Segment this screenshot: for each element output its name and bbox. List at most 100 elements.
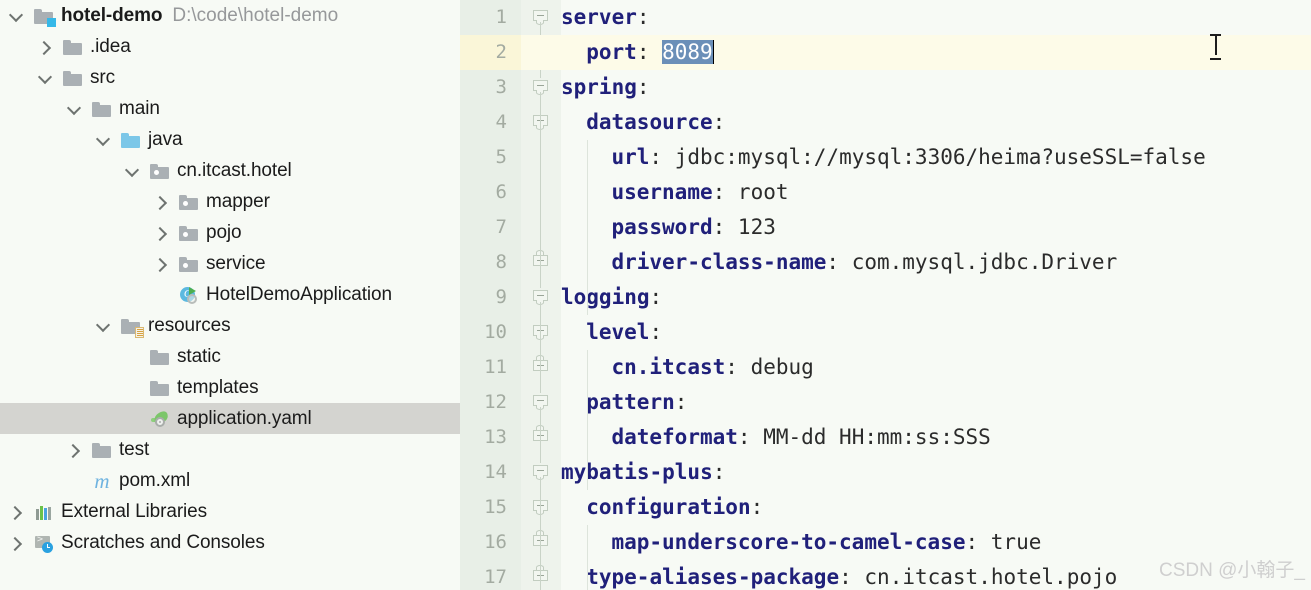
- editor-line[interactable]: 1 server:: [460, 0, 1311, 35]
- code-text[interactable]: password: 123: [561, 210, 776, 245]
- yaml-key: pattern: [586, 390, 675, 414]
- code-text[interactable]: cn.itcast: debug: [561, 350, 814, 385]
- yaml-key: cn.itcast: [611, 355, 725, 379]
- java-class-runnable-icon: C: [178, 284, 200, 306]
- tree-row[interactable]: service: [0, 248, 460, 279]
- editor-line[interactable]: 2 port: 8089: [460, 35, 1311, 70]
- indent-guide: [587, 350, 588, 420]
- code-text[interactable]: configuration:: [561, 490, 763, 525]
- line-number[interactable]: 7: [460, 210, 507, 245]
- editor-line[interactable]: 15 configuration:: [460, 490, 1311, 525]
- tree-arrow-spacer: [124, 411, 140, 427]
- code-text[interactable]: level:: [561, 315, 662, 350]
- line-number[interactable]: 8: [460, 245, 507, 280]
- code-text[interactable]: datasource:: [561, 105, 725, 140]
- yaml-key: port: [586, 40, 637, 64]
- chevron-down-icon[interactable]: [66, 101, 82, 117]
- chevron-right-icon[interactable]: [153, 225, 169, 241]
- yaml-separator: :: [738, 425, 763, 449]
- ide-window: hotel-demoD:\code\hotel-demo.idea src main…: [0, 0, 1311, 590]
- folder-module-icon: [33, 5, 55, 27]
- tree-row[interactable]: templates: [0, 372, 460, 403]
- tree-row-label: cn.itcast.hotel: [177, 160, 292, 182]
- line-number[interactable]: 11: [460, 350, 507, 385]
- line-number[interactable]: 9: [460, 280, 507, 315]
- tree-arrow-spacer: [124, 380, 140, 396]
- tree-row[interactable]: pojo: [0, 217, 460, 248]
- folder-resources-icon: [120, 315, 142, 337]
- line-number[interactable]: 2: [460, 35, 507, 70]
- project-tool-window[interactable]: hotel-demoD:\code\hotel-demo.idea src main…: [0, 0, 460, 590]
- tree-row[interactable]: mapper: [0, 186, 460, 217]
- line-number[interactable]: 13: [460, 420, 507, 455]
- yaml-separator: :: [713, 110, 726, 134]
- tree-row[interactable]: Scratches and Consoles: [0, 527, 460, 558]
- yaml-value: debug: [751, 355, 814, 379]
- code-text[interactable]: logging:: [561, 280, 662, 315]
- code-text[interactable]: username: root: [561, 175, 789, 210]
- tree-row-label: resources: [148, 315, 231, 337]
- tree-row[interactable]: .idea: [0, 31, 460, 62]
- tree-row[interactable]: main: [0, 93, 460, 124]
- chevron-right-icon[interactable]: [37, 39, 53, 55]
- code-text[interactable]: spring:: [561, 70, 650, 105]
- line-number[interactable]: 14: [460, 455, 507, 490]
- chevron-right-icon[interactable]: [8, 535, 24, 551]
- code-text[interactable]: dateformat: MM-dd HH:mm:ss:SSS: [561, 420, 991, 455]
- yaml-separator: :: [965, 530, 990, 554]
- yaml-key: spring: [561, 75, 637, 99]
- line-number[interactable]: 6: [460, 175, 507, 210]
- line-number[interactable]: 1: [460, 0, 507, 35]
- tree-row[interactable]: mpom.xml: [0, 465, 460, 496]
- line-number[interactable]: 12: [460, 385, 507, 420]
- line-number[interactable]: 15: [460, 490, 507, 525]
- tree-row[interactable]: static: [0, 341, 460, 372]
- line-number[interactable]: 3: [460, 70, 507, 105]
- yaml-key: mybatis-plus: [561, 460, 713, 484]
- line-number[interactable]: 5: [460, 140, 507, 175]
- folder-icon: [149, 377, 171, 399]
- tree-row-label: src: [90, 67, 115, 89]
- chevron-right-icon[interactable]: [153, 194, 169, 210]
- tree-row[interactable]: application.yaml: [0, 403, 460, 434]
- tree-row[interactable]: CHotelDemoApplication: [0, 279, 460, 310]
- chevron-down-icon[interactable]: [95, 318, 111, 334]
- yaml-separator: :: [839, 565, 864, 589]
- code-text[interactable]: url: jdbc:mysql://mysql:3306/heima?useSS…: [561, 140, 1206, 175]
- code-text[interactable]: map-underscore-to-camel-case: true: [561, 525, 1041, 560]
- tree-row[interactable]: hotel-demoD:\code\hotel-demo: [0, 0, 460, 31]
- code-text[interactable]: server:: [561, 0, 650, 35]
- editor-line[interactable]: 4 datasource:: [460, 105, 1311, 140]
- tree-row[interactable]: java: [0, 124, 460, 155]
- code-text[interactable]: pattern:: [561, 385, 687, 420]
- code-text[interactable]: mybatis-plus:: [561, 455, 725, 490]
- code-text[interactable]: port: 8089: [561, 35, 714, 70]
- yaml-separator: :: [637, 40, 662, 64]
- code-text[interactable]: type-aliases-package: cn.itcast.hotel.po…: [561, 560, 1117, 590]
- chevron-right-icon[interactable]: [66, 442, 82, 458]
- chevron-right-icon[interactable]: [8, 504, 24, 520]
- chevron-down-icon[interactable]: [37, 70, 53, 86]
- chevron-down-icon[interactable]: [8, 8, 24, 24]
- tree-row[interactable]: resources: [0, 310, 460, 341]
- line-number[interactable]: 17: [460, 560, 507, 590]
- editor-line[interactable]: 3 spring:: [460, 70, 1311, 105]
- chevron-down-icon[interactable]: [124, 163, 140, 179]
- tree-row[interactable]: src: [0, 62, 460, 93]
- line-number[interactable]: 4: [460, 105, 507, 140]
- yaml-separator: :: [826, 250, 851, 274]
- yaml-separator: :: [637, 5, 650, 29]
- chevron-down-icon[interactable]: [95, 132, 111, 148]
- tree-row[interactable]: test: [0, 434, 460, 465]
- code-editor[interactable]: 1 server: 2 port: 8089 3 spring: 4 datasource: 5…: [460, 0, 1311, 590]
- chevron-right-icon[interactable]: [153, 256, 169, 272]
- line-number[interactable]: 16: [460, 525, 507, 560]
- yaml-separator: :: [650, 285, 663, 309]
- line-number[interactable]: 10: [460, 315, 507, 350]
- code-text[interactable]: driver-class-name: com.mysql.jdbc.Driver: [561, 245, 1117, 280]
- editor-line[interactable]: 10 level:: [460, 315, 1311, 350]
- yaml-key: server: [561, 5, 637, 29]
- tree-row[interactable]: External Libraries: [0, 496, 460, 527]
- tree-row-label: Scratches and Consoles: [61, 532, 265, 554]
- tree-row[interactable]: cn.itcast.hotel: [0, 155, 460, 186]
